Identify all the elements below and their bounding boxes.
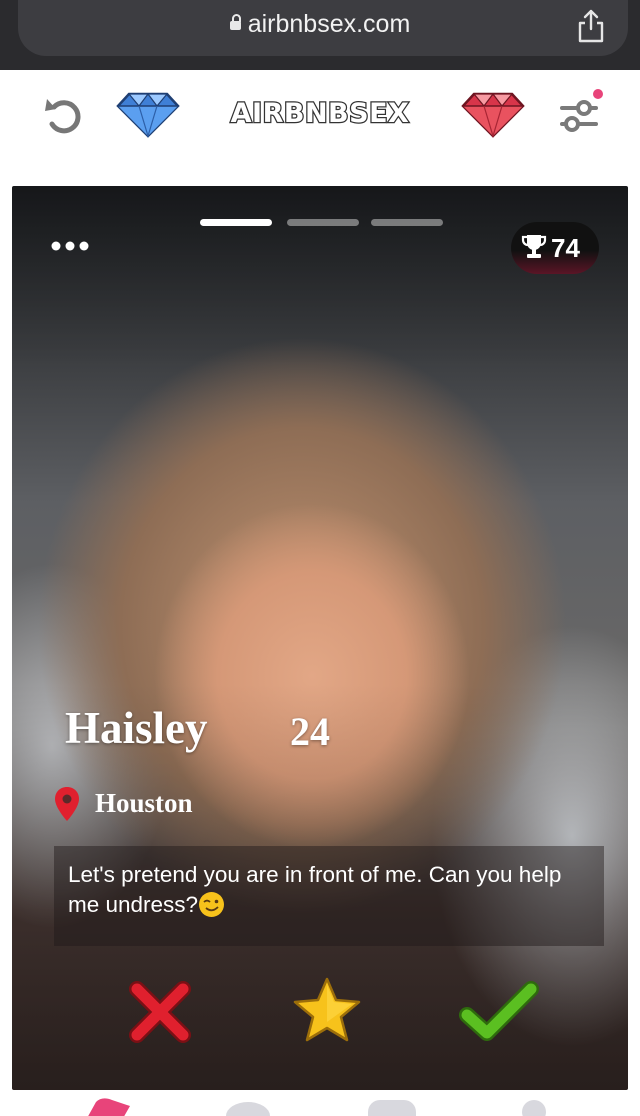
profile-card[interactable]: 74 Haisley 24 Houston Let's pretend you … bbox=[12, 186, 628, 1090]
gold-star-icon[interactable] bbox=[292, 976, 362, 1044]
score-badge[interactable]: 74 bbox=[511, 222, 599, 274]
share-icon[interactable] bbox=[576, 8, 606, 44]
blue-diamond-icon[interactable] bbox=[115, 92, 181, 138]
card-photo-overlay bbox=[12, 186, 628, 1090]
brand-logo[interactable]: AIRBNBSEX bbox=[200, 97, 440, 131]
profile-location: Houston bbox=[95, 788, 193, 818]
photo-progress-segment-2 bbox=[287, 219, 359, 226]
nav-home-icon[interactable] bbox=[82, 1096, 134, 1116]
bio-box: Let's pretend you are in front of me. Ca… bbox=[54, 846, 604, 946]
undo-icon[interactable] bbox=[42, 93, 88, 139]
profile-age: 24 bbox=[290, 709, 330, 754]
photo-progress-segment-3 bbox=[371, 219, 443, 226]
red-x-icon[interactable] bbox=[127, 979, 193, 1045]
notification-dot bbox=[593, 89, 603, 99]
map-pin-icon bbox=[55, 787, 79, 821]
nav-chat-icon[interactable] bbox=[222, 1096, 274, 1116]
address-bar-text[interactable]: airbnbsex.com bbox=[0, 10, 640, 39]
red-diamond-icon[interactable] bbox=[460, 92, 526, 138]
photo-progress-segment-1 bbox=[200, 219, 272, 226]
more-dots-icon[interactable] bbox=[50, 236, 94, 256]
bio-text: Let's pretend you are in front of me. Ca… bbox=[68, 860, 588, 920]
url-label: airbnbsex.com bbox=[247, 10, 411, 38]
bio-message: Let's pretend you are in front of me. Ca… bbox=[68, 862, 562, 917]
winking-face-icon bbox=[199, 892, 225, 917]
bottom-navigation bbox=[0, 1090, 640, 1116]
nav-matches-icon[interactable] bbox=[366, 1096, 418, 1116]
lock-icon bbox=[229, 13, 241, 30]
green-check-icon[interactable] bbox=[459, 979, 539, 1043]
nav-profile-icon[interactable] bbox=[508, 1096, 560, 1116]
trophy-icon bbox=[521, 235, 547, 258]
browser-toolbar: airbnbsex.com bbox=[0, 0, 640, 70]
score-value: 74 bbox=[551, 233, 580, 263]
profile-name: Haisley bbox=[65, 703, 208, 753]
sliders-filter-icon[interactable] bbox=[556, 88, 606, 140]
app-header: AIRBNBSEX bbox=[0, 70, 640, 168]
